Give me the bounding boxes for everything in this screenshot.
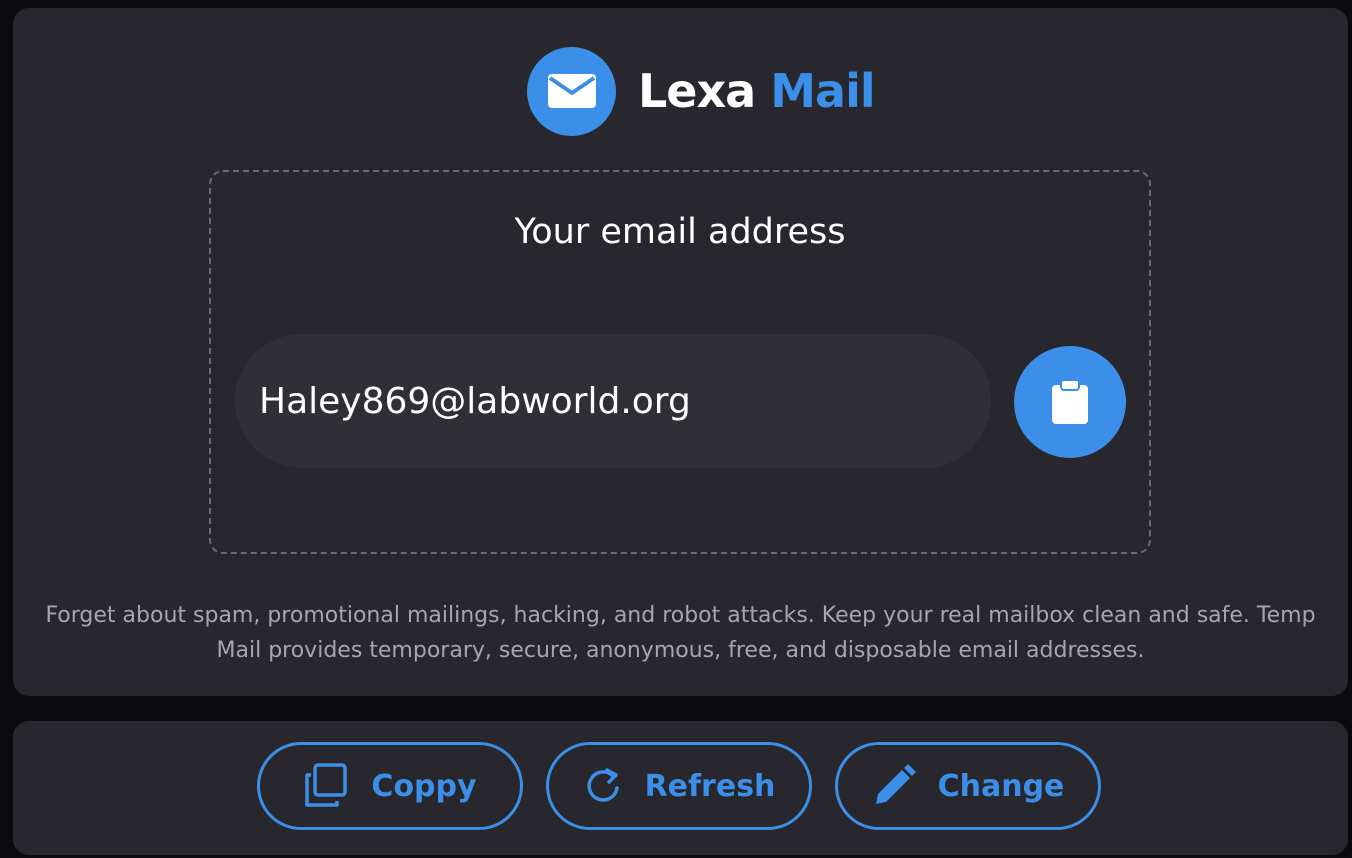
copy-icon (305, 763, 348, 807)
brand-header: Lexa Mail (527, 46, 876, 136)
copy-button[interactable]: Coppy (257, 742, 523, 830)
tagline-text: Forget about spam, promotional mailings,… (45, 603, 1316, 663)
address-title: Your email address (514, 212, 846, 252)
main-panel: Lexa Mail Your email address Haley869@la… (13, 8, 1348, 696)
brand-name-part2: Mail (770, 64, 875, 118)
copy-button-label: Coppy (371, 768, 477, 804)
refresh-button-label: Refresh (644, 768, 776, 804)
brand-name-part1: Lexa (638, 64, 756, 118)
action-buttons: Coppy Refresh Change (257, 742, 1101, 830)
action-panel: Coppy Refresh Change (13, 721, 1348, 855)
envelope-icon (527, 46, 616, 136)
change-button-label: Change (937, 768, 1065, 804)
pencil-icon (875, 764, 916, 804)
brand-name: Lexa Mail (638, 64, 876, 118)
refresh-icon (586, 768, 619, 802)
email-address-field[interactable]: Haley869@labworld.org (235, 334, 991, 468)
clipboard-icon (1052, 380, 1088, 424)
copy-to-clipboard-button[interactable] (1014, 346, 1126, 458)
email-address-box: Your email address Haley869@labworld.org (209, 170, 1151, 554)
change-button[interactable]: Change (835, 742, 1101, 830)
refresh-button[interactable]: Refresh (546, 742, 812, 830)
